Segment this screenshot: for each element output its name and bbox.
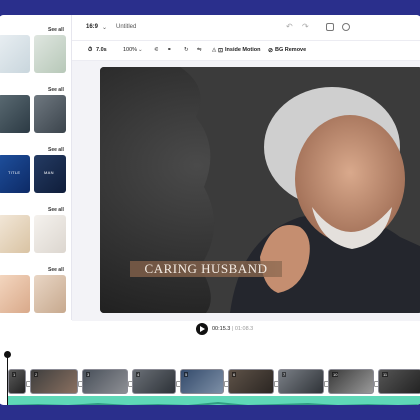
help-icon[interactable]	[342, 23, 350, 31]
gradient-icon[interactable]: ◬	[212, 47, 216, 53]
media-section: See all	[0, 205, 72, 261]
thumbnail-title-text: TITLE	[8, 170, 21, 175]
media-thumbnail[interactable]	[34, 35, 66, 73]
media-thumbnail[interactable]	[0, 35, 30, 73]
media-section: See all TITLE MAN	[0, 145, 72, 201]
bg-remove-icon[interactable]: ⊘	[268, 47, 273, 54]
clip-number: 3	[86, 372, 91, 377]
media-panel: See all See all See all TITLE MAN See al…	[0, 15, 72, 320]
timeline-clip[interactable]: 2	[30, 369, 78, 394]
clip-number: 6	[232, 372, 237, 377]
flip-icon[interactable]: ⇋	[197, 47, 202, 53]
editor-window: See all See all See all TITLE MAN See al…	[0, 15, 420, 405]
audio-waveform	[7, 401, 420, 405]
duration-value[interactable]: 7.0s	[96, 47, 107, 53]
media-section: See all	[0, 85, 72, 141]
filter-icon[interactable]: ⚭	[167, 47, 172, 53]
media-thumbnail[interactable]	[0, 215, 30, 253]
timeline-clip[interactable]: 5	[180, 369, 224, 394]
redo-icon[interactable]: ↷	[302, 22, 309, 31]
timeline-clip[interactable]: 4	[132, 369, 176, 394]
clip-number: 2	[34, 372, 39, 377]
media-thumbnail[interactable]	[34, 215, 66, 253]
bg-remove-button[interactable]: BG Remove	[275, 47, 306, 53]
see-all-link[interactable]: See all	[48, 27, 64, 33]
chevron-down-icon[interactable]: ⌄	[138, 47, 143, 53]
thumbnail-title-text: MAN	[44, 170, 54, 175]
caption-text[interactable]: CARING HUSBAND	[130, 261, 282, 277]
timeline-clip[interactable]: 6	[228, 369, 274, 394]
inside-motion-icon[interactable]: ⊡	[218, 47, 223, 54]
zoom-select[interactable]: 100%	[123, 47, 137, 53]
media-thumbnail[interactable]: MAN	[34, 155, 66, 193]
see-all-link[interactable]: See all	[48, 87, 64, 93]
adjust-icon[interactable]: ⚟	[154, 47, 159, 53]
see-all-link[interactable]: See all	[48, 267, 64, 273]
video-preview[interactable]: CARING HUSBAND	[100, 67, 420, 313]
media-thumbnail[interactable]	[34, 275, 66, 313]
timeline-clip[interactable]: 7	[278, 369, 324, 394]
clip-number: 4	[136, 372, 141, 377]
inside-motion-button[interactable]: Inside Motion	[225, 47, 260, 53]
undo-icon[interactable]: ↶	[286, 22, 293, 31]
top-bar: 16:9 ⌄ Untitled ↶ ↷	[72, 15, 420, 41]
aspect-ratio-select[interactable]: 16:9	[86, 24, 98, 30]
clip-number: 7	[282, 372, 287, 377]
media-thumbnail[interactable]: TITLE	[0, 155, 30, 193]
see-all-link[interactable]: See all	[48, 147, 64, 153]
current-time: 00:15.3	[212, 326, 231, 332]
timeline-clip[interactable]: 1	[8, 369, 26, 394]
media-thumbnail[interactable]	[0, 275, 30, 313]
media-thumbnail[interactable]	[0, 95, 30, 133]
clip-number: 11	[382, 372, 389, 377]
play-button[interactable]	[196, 323, 208, 335]
media-section: See all	[0, 25, 72, 81]
timeline[interactable]: 1 2 3 4 5 6 7 10 11	[0, 337, 420, 405]
see-all-link[interactable]: See all	[48, 207, 64, 213]
total-time: 01:08.3	[234, 326, 254, 332]
clip-number: 5	[184, 372, 189, 377]
timeline-clip[interactable]: 3	[82, 369, 128, 394]
clip-number: 1	[12, 372, 17, 377]
timecode: 00:15.3 | 01:08.3	[212, 326, 254, 332]
rotate-icon[interactable]: ↻	[184, 47, 189, 53]
timeline-clip[interactable]: 11	[378, 369, 420, 394]
edit-toolbar: ⏱ 7.0s 100% ⌄ ⚟ ⚭ ↻ ⇋ ◬ ⊡ Inside Motion …	[72, 41, 420, 61]
clock-icon: ⏱	[88, 47, 93, 53]
screenshot-icon[interactable]	[326, 23, 334, 31]
project-name-input[interactable]: Untitled	[116, 24, 136, 30]
chevron-down-icon[interactable]: ⌄	[102, 24, 107, 31]
media-section: See all	[0, 265, 72, 321]
canvas-area: CARING HUSBAND	[72, 61, 420, 321]
media-thumbnail[interactable]	[34, 95, 66, 133]
audio-track[interactable]	[7, 396, 420, 405]
timeline-clip[interactable]: 10	[328, 369, 374, 394]
clip-number: 10	[332, 372, 339, 377]
